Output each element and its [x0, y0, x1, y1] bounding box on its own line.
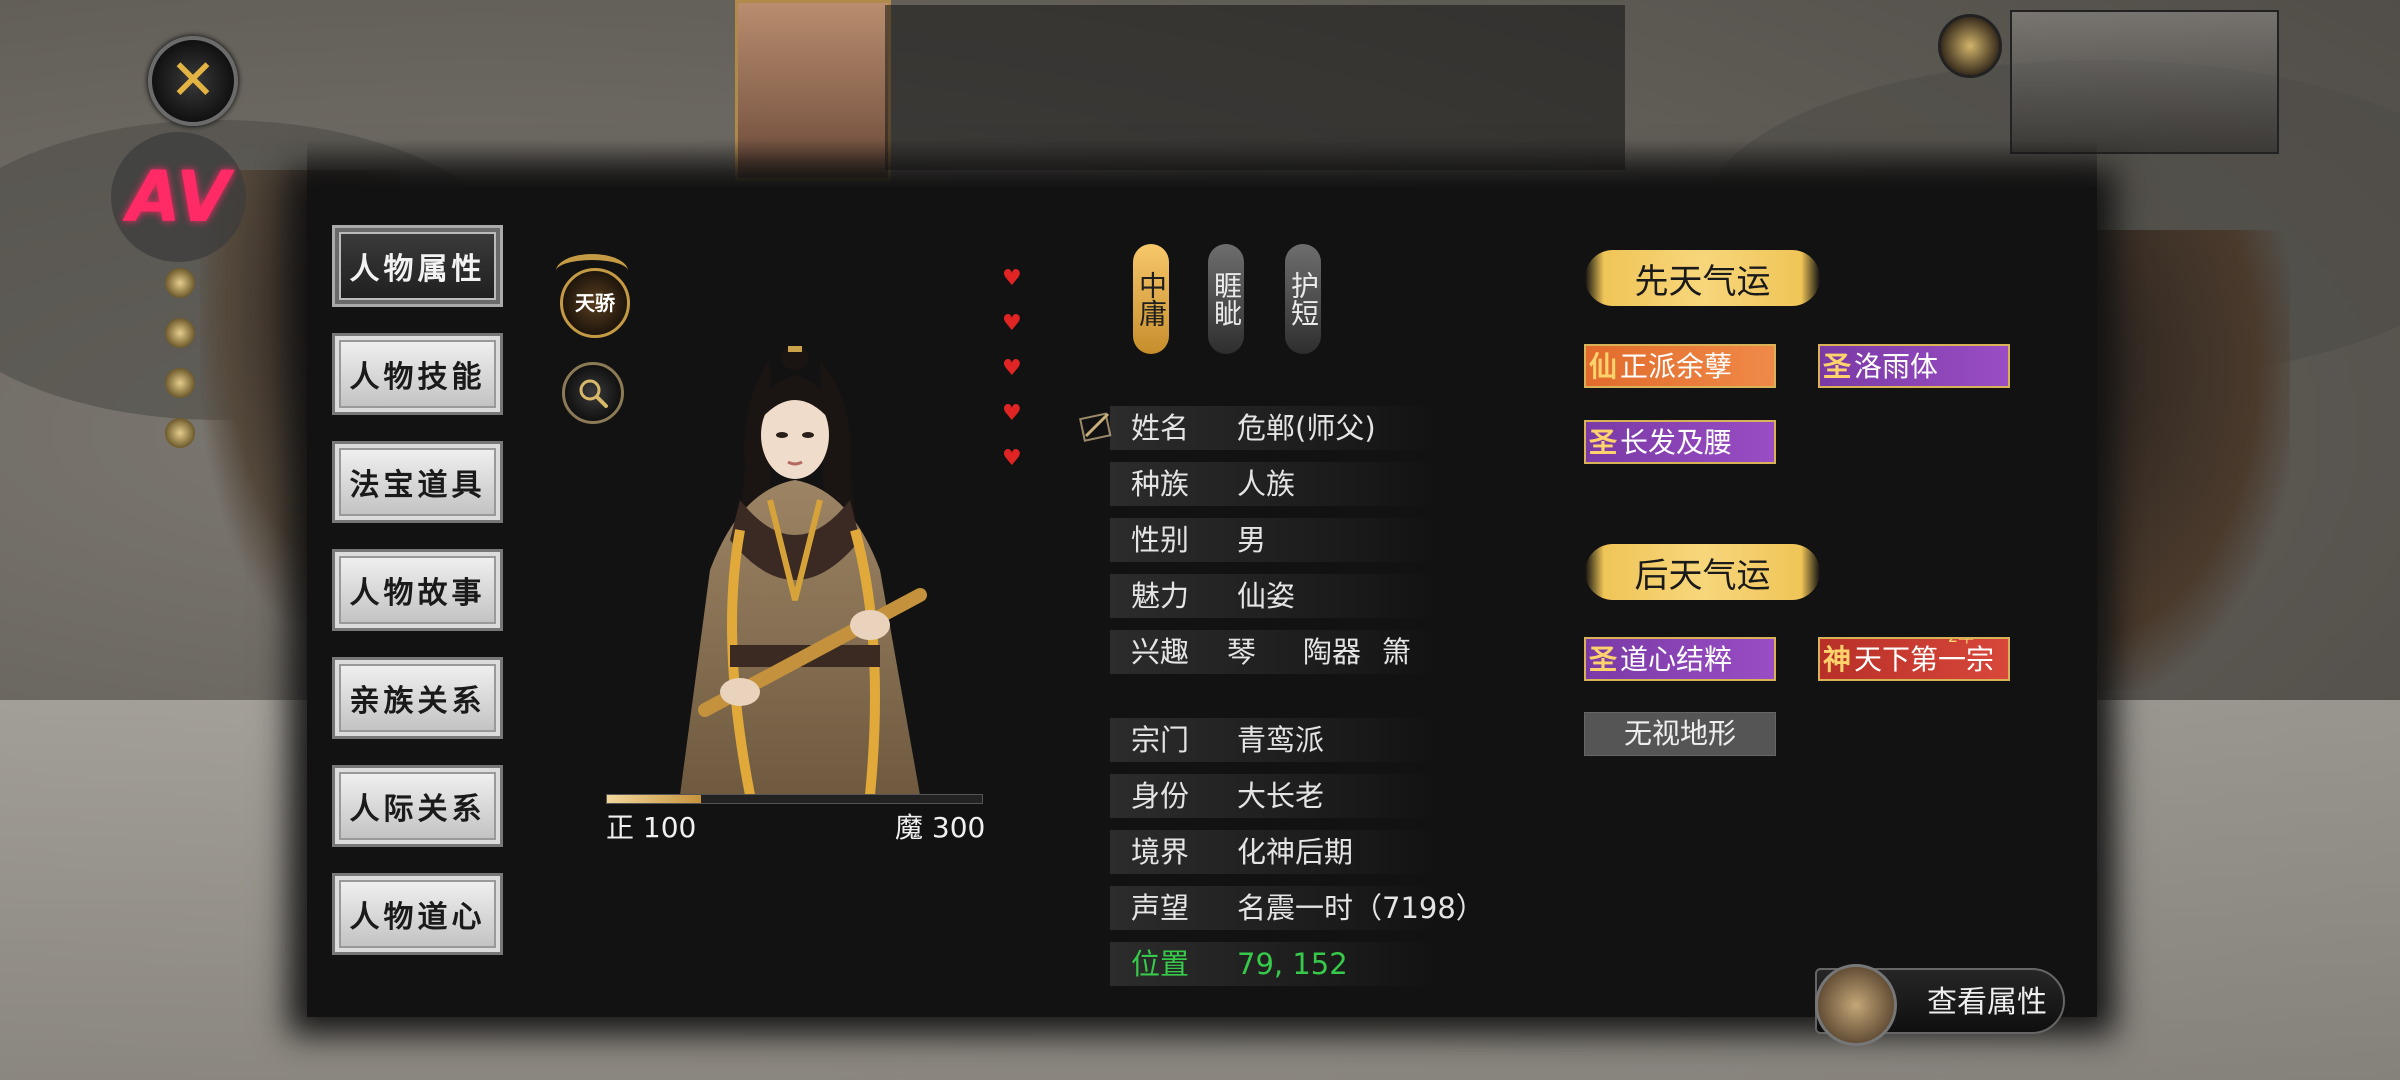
- heart-icon: ♥: [1002, 446, 1022, 471]
- heart-icon: ♥: [1002, 356, 1022, 381]
- personality-trait[interactable]: 中庸: [1133, 244, 1169, 354]
- info-row-race: 种族 人族: [1110, 462, 1440, 506]
- innate-fortune-trait[interactable]: 仙正派余孽: [1584, 344, 1776, 388]
- heart-icon: ♥: [1002, 401, 1022, 426]
- info-row-charm: 魅力 仙姿: [1110, 574, 1440, 618]
- location-coordinates: 79, 152: [1237, 947, 1348, 981]
- trait-label: 长发及腰: [1620, 426, 1733, 459]
- tab-5[interactable]: 人际关系: [332, 765, 503, 847]
- bead-icon: [165, 318, 195, 348]
- trait-icon: 圣: [1588, 426, 1617, 459]
- karma-bar-fill: [607, 795, 701, 803]
- dragon-badge[interactable]: 天骄: [556, 254, 630, 340]
- tab-2[interactable]: 法宝道具: [332, 441, 503, 523]
- bead-icon: [165, 418, 195, 448]
- trait-icon: 圣: [1588, 643, 1617, 676]
- trait-label: 正派余孽: [1620, 350, 1733, 383]
- trait-duration: 2年: [1948, 639, 1974, 645]
- view-attributes-button[interactable]: 查看属性: [1815, 964, 2065, 1046]
- trait-label: 洛雨体: [1854, 350, 1939, 383]
- tab-4[interactable]: 亲族关系: [332, 657, 503, 739]
- tab-1[interactable]: 人物技能: [332, 333, 503, 415]
- heart-icon: ♥: [1002, 311, 1022, 336]
- info-row-realm: 境界 化神后期: [1110, 830, 1440, 874]
- info-row-location[interactable]: 位置 79, 152: [1110, 942, 1440, 986]
- innate-fortune-title: 先天气运: [1585, 250, 1820, 306]
- character-portrait: [680, 346, 927, 795]
- avatar-icon: [1815, 964, 1897, 1046]
- info-row-identity: 身份 大长老: [1110, 774, 1440, 818]
- bead-icon: [165, 368, 195, 398]
- badge-label: 天骄: [560, 268, 630, 338]
- trait-label: 道心结粹: [1620, 643, 1733, 676]
- info-row-gender: 性别男: [1110, 518, 1440, 562]
- close-button[interactable]: ✕: [148, 36, 238, 126]
- info-row-reputation: 声望 名震一时（7198）: [1110, 886, 1485, 930]
- trait-icon: 圣: [1822, 350, 1851, 383]
- close-icon: ✕: [169, 48, 217, 113]
- tab-6[interactable]: 人物道心: [332, 873, 503, 955]
- trait-icon: 仙: [1588, 350, 1617, 383]
- tab-3[interactable]: 人物故事: [332, 549, 503, 631]
- acquired-fortune-trait[interactable]: 圣道心结粹: [1584, 637, 1776, 681]
- hobby-item: 陶器: [1303, 635, 1362, 669]
- acquired-fortune-title: 后天气运: [1585, 544, 1820, 600]
- rename-icon[interactable]: [1078, 408, 1114, 444]
- info-row-hobby: 兴趣 琴 陶器 箫: [1110, 630, 1440, 674]
- innate-fortune-trait[interactable]: 圣长发及腰: [1584, 420, 1776, 464]
- magnifier-icon: [579, 379, 608, 408]
- character-name: 危郸(师父): [1237, 411, 1376, 445]
- heart-icon: ♥: [1002, 266, 1022, 291]
- righteous-value: 正 100: [606, 811, 697, 844]
- karma-bar: [606, 794, 983, 804]
- acquired-fortune-trait[interactable]: 无视地形: [1584, 712, 1776, 756]
- background-card: [2010, 10, 2279, 154]
- trait-icon: 神: [1822, 643, 1851, 676]
- info-row-sect: 宗门 青鸾派: [1110, 718, 1440, 762]
- tab-0[interactable]: 人物属性: [332, 225, 503, 307]
- innate-fortune-trait[interactable]: 圣洛雨体: [1818, 344, 2010, 388]
- demonic-value: 魔 300: [895, 811, 986, 844]
- hobby-item: 箫: [1382, 635, 1412, 669]
- trait-label: 无视地形: [1623, 717, 1736, 750]
- info-row-name: 姓名 危郸(师父): [1110, 406, 1440, 450]
- trait-label: 天下第一宗: [1854, 643, 1995, 676]
- hobby-item: 琴: [1227, 635, 1257, 669]
- av-button[interactable]: AV: [111, 132, 246, 262]
- personality-trait[interactable]: 护短: [1285, 244, 1321, 354]
- search-button[interactable]: [562, 362, 624, 424]
- personality-trait[interactable]: 睚眦: [1208, 244, 1244, 354]
- acquired-fortune-trait[interactable]: 神天下第一宗2年: [1818, 637, 2010, 681]
- compass-icon: [1938, 14, 2002, 78]
- bead-icon: [165, 268, 195, 298]
